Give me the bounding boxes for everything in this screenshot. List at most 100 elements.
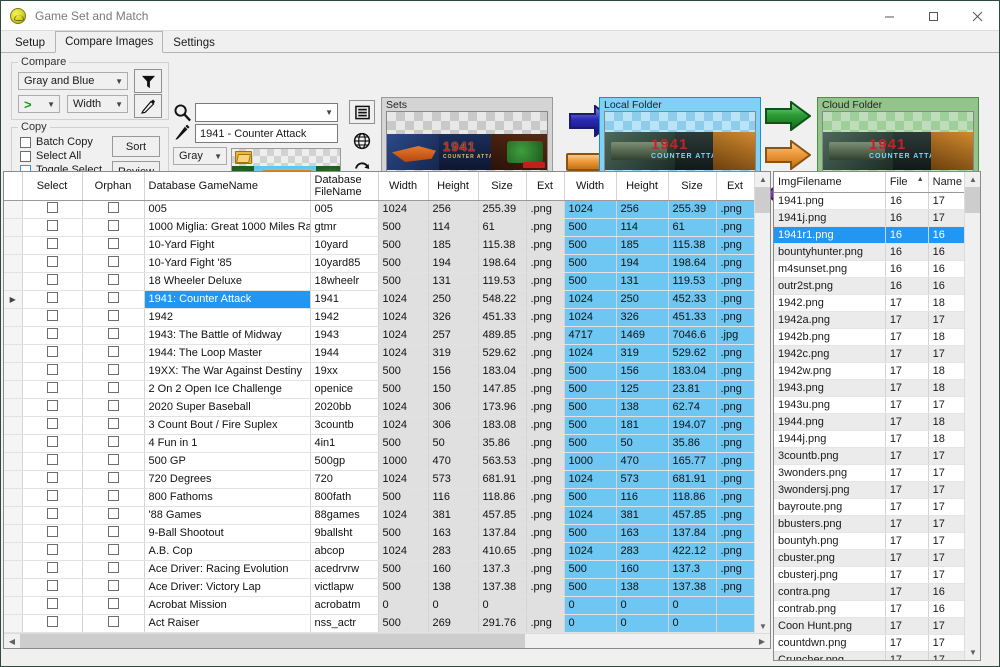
grid-header-height-6[interactable]: Height (428, 172, 479, 201)
db-width-cell[interactable]: 500 (378, 560, 429, 579)
local-height-cell[interactable]: 138 (616, 578, 669, 597)
db-height-cell[interactable]: 283 (428, 542, 479, 561)
local-size-cell[interactable]: 119.53 (668, 272, 717, 291)
select-cell[interactable] (22, 542, 83, 561)
db-size-cell[interactable]: 61 (478, 218, 527, 237)
file-count-cell[interactable]: 16 (885, 209, 929, 227)
select-checkbox[interactable] (46, 616, 58, 627)
select-cell[interactable] (22, 470, 83, 489)
db-size-cell[interactable]: 255.39 (478, 200, 527, 219)
select-cell[interactable] (22, 362, 83, 381)
db-ext-cell[interactable]: .png (526, 560, 565, 579)
local-width-cell[interactable]: 500 (564, 524, 617, 543)
table-row[interactable]: 720 Degrees 720 1024 573 681.91 .png 1024 573 68… (4, 470, 770, 489)
file-count-cell[interactable]: 17 (885, 379, 929, 397)
local-ext-cell[interactable] (716, 614, 755, 633)
list-item[interactable]: 1942a.png 17 17 (774, 311, 980, 329)
db-ext-cell[interactable]: .png (526, 290, 565, 309)
tab-setup[interactable]: Setup (5, 32, 56, 52)
local-ext-cell[interactable]: .png (716, 506, 755, 525)
db-width-cell[interactable]: 500 (378, 434, 429, 453)
compare-mode-select[interactable]: Gray and Blue ▼ (18, 72, 128, 90)
select-checkbox[interactable] (46, 256, 58, 267)
file-name-cell[interactable]: 1941 (310, 290, 379, 309)
imgfilename-cell[interactable]: cbusterj.png (774, 566, 886, 584)
db-size-cell[interactable]: 529.62 (478, 344, 527, 363)
select-checkbox[interactable] (46, 346, 58, 357)
select-checkbox[interactable] (46, 238, 58, 249)
list-item[interactable]: 1941r1.png 16 16 (774, 226, 980, 244)
db-size-cell[interactable]: 681.91 (478, 470, 527, 489)
db-ext-cell[interactable]: .png (526, 416, 565, 435)
game-name-cell[interactable]: '88 Games (144, 506, 311, 525)
local-ext-cell[interactable] (716, 596, 755, 615)
db-height-cell[interactable]: 306 (428, 416, 479, 435)
db-ext-cell[interactable]: .png (526, 218, 565, 237)
table-row[interactable]: 10-Yard Fight 10yard 500 185 115.38 .png 500 18… (4, 236, 770, 255)
imgfilename-cell[interactable]: Coon Hunt.png (774, 617, 886, 635)
select-checkbox[interactable] (46, 310, 58, 321)
file-count-cell[interactable]: 17 (885, 600, 929, 618)
select-checkbox[interactable] (46, 490, 58, 501)
file-name-cell[interactable]: openice (310, 380, 379, 399)
local-height-cell[interactable]: 116 (616, 488, 669, 507)
local-size-cell[interactable]: 23.81 (668, 380, 717, 399)
local-ext-cell[interactable]: .png (716, 200, 755, 219)
list-item[interactable]: bountyhunter.png 16 16 (774, 243, 980, 261)
imgfilename-cell[interactable]: 1941j.png (774, 209, 886, 227)
db-width-cell[interactable]: 500 (378, 218, 429, 237)
file-name-cell[interactable]: 1942 (310, 308, 379, 327)
local-size-cell[interactable]: 137.3 (668, 560, 717, 579)
file-name-cell[interactable]: 005 (310, 200, 379, 219)
list-item[interactable]: 1942c.png 17 17 (774, 345, 980, 363)
file-name-cell[interactable]: 720 (310, 470, 379, 489)
local-size-cell[interactable]: 0 (668, 614, 717, 633)
table-row[interactable]: 10-Yard Fight '85 10yard85 500 194 198.64 .pn… (4, 254, 770, 273)
db-height-cell[interactable]: 194 (428, 254, 479, 273)
orphan-checkbox[interactable] (107, 580, 119, 591)
table-row[interactable]: 800 Fathoms 800fath 500 116 118.86 .png 500 116… (4, 488, 770, 507)
local-size-cell[interactable]: 62.74 (668, 398, 717, 417)
db-size-cell[interactable]: 137.38 (478, 578, 527, 597)
local-width-cell[interactable]: 500 (564, 416, 617, 435)
list-item[interactable]: 3countb.png 17 17 (774, 447, 980, 465)
db-ext-cell[interactable]: .png (526, 524, 565, 543)
db-size-cell[interactable]: 451.33 (478, 308, 527, 327)
db-width-cell[interactable]: 1024 (378, 290, 429, 309)
game-name-cell[interactable]: A.B. Cop (144, 542, 311, 561)
orphan-cell[interactable] (82, 236, 145, 255)
db-size-cell[interactable]: 183.08 (478, 416, 527, 435)
grid-header-database-gamename-3[interactable]: Database GameName (144, 172, 311, 201)
local-width-cell[interactable]: 500 (564, 434, 617, 453)
db-size-cell[interactable]: 489.85 (478, 326, 527, 345)
local-ext-cell[interactable]: .png (716, 380, 755, 399)
imglist-vertical-scrollbar[interactable]: ▲ ▼ (964, 172, 980, 660)
orphan-checkbox[interactable] (107, 526, 119, 537)
game-name-cell[interactable]: 4 Fun in 1 (144, 434, 311, 453)
db-ext-cell[interactable]: .png (526, 272, 565, 291)
local-width-cell[interactable]: 1024 (564, 290, 617, 309)
local-width-cell[interactable]: 500 (564, 362, 617, 381)
db-height-cell[interactable]: 114 (428, 218, 479, 237)
grid-header-width-5[interactable]: Width (378, 172, 429, 201)
game-name-cell[interactable]: 3 Count Bout / Fire Suplex (144, 416, 311, 435)
local-width-cell[interactable]: 0 (564, 614, 617, 633)
file-name-cell[interactable]: 2020bb (310, 398, 379, 417)
local-ext-cell[interactable]: .png (716, 416, 755, 435)
list-view-button[interactable] (349, 100, 375, 124)
game-name-cell[interactable]: 2 On 2 Open Ice Challenge (144, 380, 311, 399)
orphan-checkbox[interactable] (107, 418, 119, 429)
local-width-cell[interactable]: 500 (564, 254, 617, 273)
select-cell[interactable] (22, 452, 83, 471)
scroll-left-arrow[interactable]: ◀ (4, 634, 20, 648)
list-item[interactable]: Cruncher.png 17 17 (774, 651, 980, 660)
local-ext-cell[interactable]: .png (716, 542, 755, 561)
local-height-cell[interactable]: 181 (616, 416, 669, 435)
web-button[interactable] (349, 129, 375, 153)
select-cell[interactable] (22, 308, 83, 327)
game-name-cell[interactable]: 1941: Counter Attack (144, 290, 311, 309)
imgfilename-cell[interactable]: m4sunset.png (774, 260, 886, 278)
grid-header-height-10[interactable]: Height (616, 172, 669, 201)
db-height-cell[interactable]: 573 (428, 470, 479, 489)
db-height-cell[interactable]: 256 (428, 200, 479, 219)
